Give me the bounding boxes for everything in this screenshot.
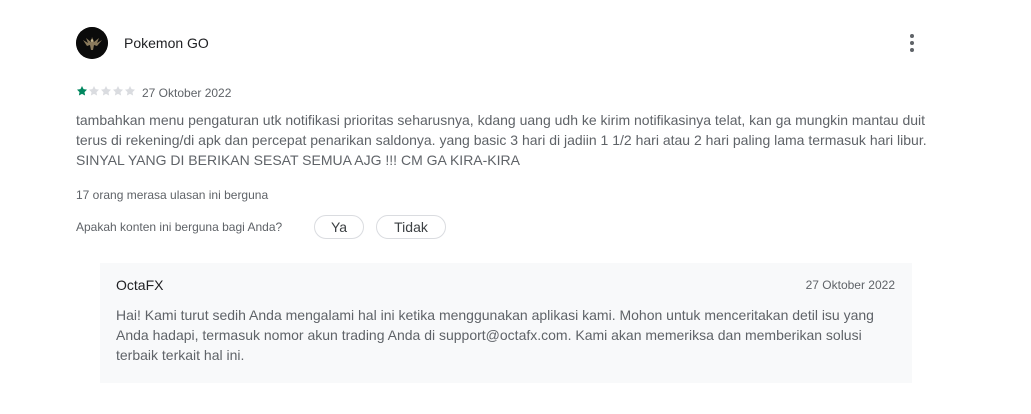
star-empty-icon: [113, 86, 123, 96]
reviewer-avatar: [76, 27, 108, 59]
helpful-no-button[interactable]: Tidak: [376, 215, 446, 239]
star-empty-icon: [125, 86, 135, 96]
review-date: 27 Oktober 2022: [142, 86, 232, 100]
developer-reply: OctaFX 27 Oktober 2022 Hai! Kami turut s…: [100, 263, 912, 383]
star-rating: [76, 85, 136, 97]
more-options-button[interactable]: [898, 28, 926, 58]
reply-author: OctaFX: [116, 277, 164, 293]
review-text: tambahkan menu pengaturan utk notifikasi…: [76, 112, 927, 168]
helpful-count: 17 orang merasa ulasan ini berguna: [76, 188, 269, 202]
star-filled-icon: [77, 86, 87, 96]
star-empty-icon: [89, 86, 99, 96]
helpful-question: Apakah konten ini berguna bagi Anda?: [76, 220, 283, 234]
more-vert-icon: [910, 34, 914, 52]
helpful-yes-button[interactable]: Ya: [314, 215, 364, 239]
reply-date: 27 Oktober 2022: [805, 278, 895, 292]
reply-text: Hai! Kami turut sedih Anda mengalami hal…: [116, 307, 874, 363]
star-empty-icon: [101, 86, 111, 96]
dragon-avatar-icon: [76, 27, 108, 59]
reviewer-name: Pokemon GO: [124, 35, 209, 51]
